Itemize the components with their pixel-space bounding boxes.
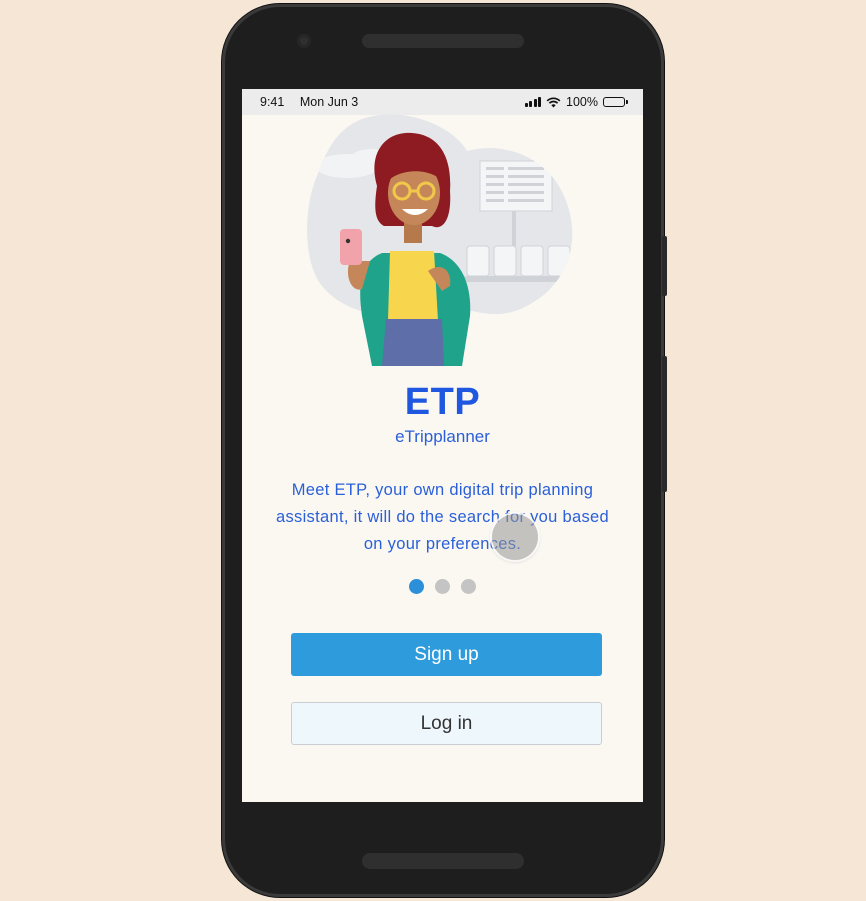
status-left: 9:41 Mon Jun 3 [260, 95, 370, 109]
volume-button [662, 356, 667, 492]
status-time: 9:41 [260, 95, 285, 109]
front-camera [297, 34, 311, 48]
status-date: Mon Jun 3 [299, 95, 359, 109]
page-dot-2[interactable] [435, 579, 450, 594]
wifi-icon [546, 96, 561, 107]
app-subtitle: eTripplanner [395, 427, 490, 446]
login-button[interactable]: Log in [291, 702, 602, 745]
power-button [662, 236, 667, 296]
onboarding-description: Meet ETP, your own digital trip planning… [276, 481, 609, 553]
traveler-illustration [307, 114, 573, 366]
pagination-dots [242, 579, 643, 594]
app-title: ETP [404, 381, 481, 423]
touch-indicator [492, 514, 538, 560]
earpiece-speaker [362, 34, 524, 48]
bottom-speaker [362, 853, 524, 869]
phone-frame: 9:41 Mon Jun 3 100% ETP eTripplanner Mee… [222, 4, 667, 897]
signup-button[interactable]: Sign up [291, 633, 602, 676]
page-dot-3[interactable] [461, 579, 476, 594]
app-screen: 9:41 Mon Jun 3 100% ETP eTripplanner Mee… [242, 89, 643, 802]
battery-percent: 100% [566, 95, 598, 109]
signal-icon [524, 97, 542, 107]
battery-icon [603, 97, 628, 107]
status-right: 100% [524, 95, 628, 109]
page-dot-1[interactable] [409, 579, 424, 594]
